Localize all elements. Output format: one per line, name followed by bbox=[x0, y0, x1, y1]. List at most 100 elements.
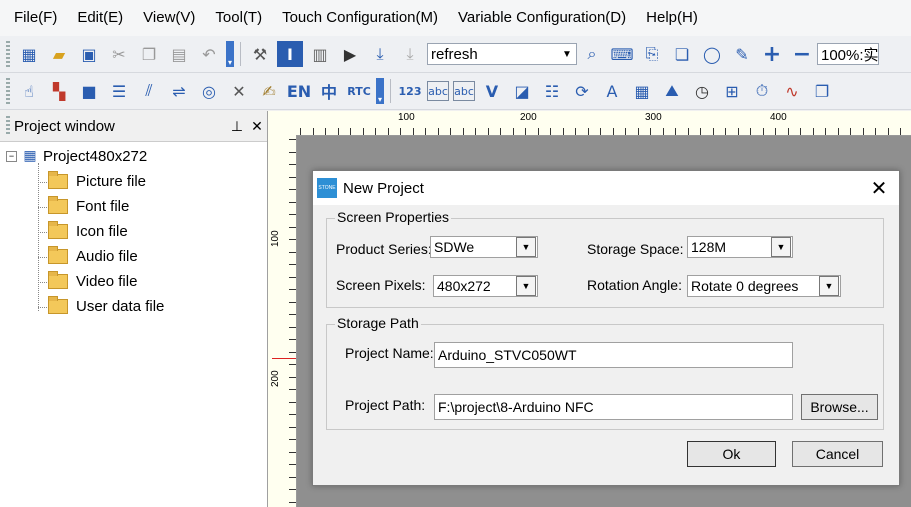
toolbar-grip[interactable] bbox=[6, 41, 10, 67]
language-zh-icon[interactable]: 中 bbox=[316, 78, 342, 104]
zoom-combo[interactable]: 100%:实 bbox=[817, 43, 879, 65]
export-icon[interactable]: ⎘ bbox=[639, 41, 665, 67]
tree-item-picture-file[interactable]: Picture file bbox=[48, 171, 146, 190]
project-name-field[interactable]: Arduino_STVC050WT bbox=[434, 342, 793, 368]
variable-icon[interactable]: V bbox=[479, 78, 505, 104]
rotation-angle-select[interactable]: Rotate 0 degrees ▼ bbox=[687, 275, 841, 297]
keyboard-icon[interactable]: ⌨ bbox=[609, 41, 635, 67]
ruler-tick bbox=[289, 276, 296, 278]
rotation-angle-label: Rotation Angle: bbox=[587, 277, 682, 293]
chevron-down-icon[interactable]: ▼ bbox=[819, 276, 839, 296]
tree-item-icon-file[interactable]: Icon file bbox=[48, 221, 128, 240]
download-disabled-icon[interactable]: ⤓ bbox=[397, 41, 423, 67]
save-icon[interactable]: ▣ bbox=[76, 41, 102, 67]
tools-cross-icon[interactable]: ✕ bbox=[226, 78, 252, 104]
rotate-icon[interactable]: ⟳ bbox=[569, 78, 595, 104]
menu-help[interactable]: Help(H) bbox=[636, 0, 708, 36]
play-icon[interactable]: ▶ bbox=[337, 41, 363, 67]
new-project-icon[interactable]: ▦ bbox=[16, 41, 42, 67]
menu-file[interactable]: File(F) bbox=[0, 0, 67, 36]
art-text-icon[interactable]: A bbox=[599, 78, 625, 104]
ruler-tick bbox=[650, 128, 651, 135]
tree-item-user-data-file[interactable]: User data file bbox=[48, 296, 164, 315]
tree-item-label: Font file bbox=[76, 198, 130, 215]
open-folder-icon[interactable]: ▰ bbox=[46, 41, 72, 67]
adjust-icon[interactable]: ⇌ bbox=[166, 78, 192, 104]
paste-icon[interactable]: ▤ bbox=[166, 41, 192, 67]
grid-icon[interactable]: ▚ bbox=[46, 78, 72, 104]
clock-icon[interactable]: ◷ bbox=[689, 78, 715, 104]
list-icon[interactable]: ☰ bbox=[106, 78, 132, 104]
close-icon[interactable]: ✕ bbox=[859, 176, 899, 201]
text-cursor-icon[interactable]: I bbox=[277, 41, 303, 67]
tree-item-font-file[interactable]: Font file bbox=[48, 196, 130, 215]
cut-icon[interactable]: ✂ bbox=[106, 41, 132, 67]
tree-line bbox=[38, 232, 47, 233]
slider-icon[interactable]: ⫽ bbox=[136, 78, 162, 104]
chevron-down-icon[interactable]: ▼ bbox=[771, 237, 791, 257]
browse-button[interactable]: Browse... bbox=[801, 394, 878, 420]
close-icon[interactable]: ✕ bbox=[247, 118, 267, 135]
project-path-field[interactable]: F:\project\8-Arduino NFC bbox=[434, 394, 793, 420]
dialog-title-bar[interactable]: STONE New Project ✕ bbox=[313, 171, 899, 205]
copy-icon[interactable]: ❐ bbox=[136, 41, 162, 67]
target-icon[interactable]: ◎ bbox=[196, 78, 222, 104]
window-tile-icon[interactable]: ❐ bbox=[809, 78, 835, 104]
ruler-tick bbox=[300, 128, 301, 135]
tools-icon[interactable]: ⚒ bbox=[247, 41, 273, 67]
storage-space-select[interactable]: 128M ▼ bbox=[687, 236, 793, 258]
ruler-tick bbox=[850, 128, 851, 135]
menu-touch-configuration[interactable]: Touch Configuration(M) bbox=[272, 0, 448, 36]
ruler-tick bbox=[600, 128, 601, 135]
ruler-tick bbox=[289, 351, 296, 353]
zoom-in-icon[interactable]: + bbox=[759, 41, 785, 67]
screen-pixels-select[interactable]: 480x272 ▼ bbox=[433, 275, 538, 297]
progress-bar-icon[interactable]: ☷ bbox=[539, 78, 565, 104]
collapse-icon[interactable]: − bbox=[6, 150, 17, 162]
wave-icon[interactable]: ∿ bbox=[779, 78, 805, 104]
ok-button[interactable]: Ok bbox=[687, 441, 776, 467]
data-icon[interactable]: ▦ bbox=[629, 78, 655, 104]
ruler-tick bbox=[875, 128, 876, 135]
terminal-icon[interactable]: ⊞ bbox=[719, 78, 745, 104]
eyedropper-icon[interactable]: ✎ bbox=[729, 41, 755, 67]
menu-variable-configuration[interactable]: Variable Configuration(D) bbox=[448, 0, 636, 36]
language-en-icon[interactable]: EN bbox=[286, 78, 312, 104]
chevron-down-icon[interactable]: ▼ bbox=[558, 49, 576, 60]
ruler-tick bbox=[537, 128, 539, 135]
menu-view[interactable]: View(V) bbox=[133, 0, 205, 36]
text-input-icon[interactable]: abc bbox=[427, 81, 449, 101]
image-icon[interactable]: ⛰ bbox=[659, 78, 685, 104]
tree-root[interactable]: − ▦ Project480x272 bbox=[6, 147, 147, 165]
timer-icon[interactable]: ⏱ bbox=[749, 78, 775, 104]
text-display-icon[interactable]: abc bbox=[453, 81, 475, 101]
refresh-combo[interactable]: refresh ▼ bbox=[427, 43, 577, 65]
toolbar-overflow-icon[interactable]: ▾ bbox=[376, 78, 384, 104]
preview-icon[interactable]: ⌕ bbox=[579, 41, 605, 67]
screen-icon[interactable]: ▥ bbox=[307, 41, 333, 67]
download-icon[interactable]: ⤓ bbox=[367, 41, 393, 67]
menu-edit[interactable]: Edit(E) bbox=[67, 0, 133, 36]
hand-pointer-icon[interactable]: ☝ bbox=[16, 78, 42, 104]
product-series-select[interactable]: SDWe ▼ bbox=[430, 236, 538, 258]
undo-icon[interactable]: ↶ bbox=[196, 41, 222, 67]
edit-note-icon[interactable]: ✍ bbox=[256, 78, 282, 104]
chevron-down-icon[interactable]: ▼ bbox=[516, 276, 536, 296]
chart-icon[interactable]: ◪ bbox=[509, 78, 535, 104]
rtc-icon[interactable]: RTC bbox=[346, 78, 372, 104]
toolbar-grip[interactable] bbox=[6, 78, 10, 104]
toolbar-overflow-icon[interactable]: ▾ bbox=[226, 41, 234, 67]
zoom-out-icon[interactable]: − bbox=[789, 41, 815, 67]
pin-icon[interactable]: ⊥ bbox=[227, 118, 247, 135]
tree-item-audio-file[interactable]: Audio file bbox=[48, 246, 138, 265]
tree-item-video-file[interactable]: Video file bbox=[48, 271, 137, 290]
ruler-tick bbox=[725, 128, 726, 135]
zoom-icon[interactable]: ◯ bbox=[699, 41, 725, 67]
chevron-down-icon[interactable]: ▼ bbox=[516, 237, 536, 257]
rectangle-icon[interactable]: ■ bbox=[76, 78, 102, 104]
ruler-tick bbox=[289, 451, 296, 453]
number-input-icon[interactable]: 123 bbox=[397, 78, 423, 104]
window-icon[interactable]: ❏ bbox=[669, 41, 695, 67]
menu-tool[interactable]: Tool(T) bbox=[205, 0, 272, 36]
cancel-button[interactable]: Cancel bbox=[792, 441, 883, 467]
